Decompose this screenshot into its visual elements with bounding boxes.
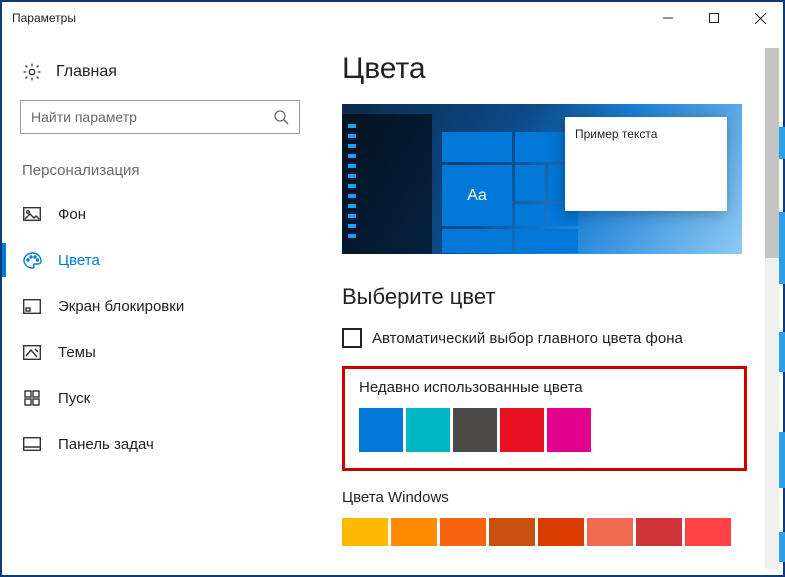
sidebar-item-themes[interactable]: Темы	[20, 329, 312, 375]
color-swatch[interactable]	[587, 518, 633, 546]
window-title: Параметры	[12, 11, 76, 25]
auto-color-checkbox[interactable]: Автоматический выбор главного цвета фона	[342, 328, 763, 348]
scrollbar-thumb[interactable]	[765, 48, 779, 258]
page-title: Цвета	[342, 52, 763, 86]
recent-colors-label: Недавно использованные цвета	[359, 379, 730, 396]
color-swatch[interactable]	[547, 408, 591, 452]
color-swatch[interactable]	[391, 518, 437, 546]
vertical-scrollbar[interactable]	[765, 48, 779, 569]
preview-tile-aa: Aa	[442, 165, 512, 226]
sidebar-item-label: Экран блокировки	[58, 298, 184, 315]
sidebar: Главная Найти параметр Персонализация Фо…	[2, 34, 312, 575]
close-button[interactable]	[737, 2, 783, 34]
checkbox-box	[342, 328, 362, 348]
sidebar-item-background[interactable]: Фон	[20, 191, 312, 237]
main-content: Цвета Aa Пример текста Выберите цвет Авт…	[312, 34, 783, 575]
nav-list: Фон Цвета Экран блокировки	[20, 191, 312, 467]
color-swatch[interactable]	[342, 518, 388, 546]
color-swatch[interactable]	[500, 408, 544, 452]
home-link[interactable]: Главная	[20, 54, 312, 100]
sidebar-item-label: Пуск	[58, 390, 90, 407]
titlebar: Параметры	[2, 2, 783, 34]
themes-icon	[22, 345, 42, 360]
lockscreen-icon	[22, 299, 42, 314]
sidebar-item-label: Панель задач	[58, 436, 154, 453]
search-placeholder: Найти параметр	[31, 109, 137, 125]
taskbar-icon	[22, 437, 42, 451]
color-swatch[interactable]	[538, 518, 584, 546]
recent-color-swatches	[359, 408, 730, 452]
palette-icon	[22, 252, 42, 269]
color-preview: Aa Пример текста	[342, 104, 742, 254]
windows-color-swatches	[342, 518, 763, 546]
preview-sample-text: Пример текста	[575, 127, 657, 141]
color-swatch[interactable]	[685, 518, 731, 546]
sidebar-item-lockscreen[interactable]: Экран блокировки	[20, 283, 312, 329]
sidebar-item-label: Цвета	[58, 252, 100, 269]
sidebar-item-label: Фон	[58, 206, 86, 223]
color-swatch[interactable]	[489, 518, 535, 546]
gear-icon	[22, 62, 42, 82]
settings-window: Параметры Главная	[0, 0, 785, 577]
start-icon	[22, 390, 42, 406]
color-swatch[interactable]	[359, 408, 403, 452]
maximize-button[interactable]	[691, 2, 737, 34]
search-icon	[273, 109, 289, 125]
recent-colors-highlight: Недавно использованные цвета	[342, 366, 747, 471]
sidebar-item-taskbar[interactable]: Панель задач	[20, 421, 312, 467]
choose-color-heading: Выберите цвет	[342, 284, 763, 310]
color-swatch[interactable]	[440, 518, 486, 546]
home-label: Главная	[56, 63, 117, 81]
color-swatch[interactable]	[453, 408, 497, 452]
section-label: Персонализация	[22, 162, 312, 179]
window-controls	[645, 2, 783, 34]
search-input[interactable]: Найти параметр	[20, 100, 300, 134]
preview-sample-window: Пример текста	[565, 117, 727, 211]
color-swatch[interactable]	[636, 518, 682, 546]
checkbox-label: Автоматический выбор главного цвета фона	[372, 330, 683, 347]
windows-colors-label: Цвета Windows	[342, 489, 763, 506]
sidebar-item-start[interactable]: Пуск	[20, 375, 312, 421]
minimize-button[interactable]	[645, 2, 691, 34]
sidebar-item-label: Темы	[58, 344, 96, 361]
color-swatch[interactable]	[406, 408, 450, 452]
picture-icon	[22, 207, 42, 221]
sidebar-item-colors[interactable]: Цвета	[20, 237, 312, 283]
